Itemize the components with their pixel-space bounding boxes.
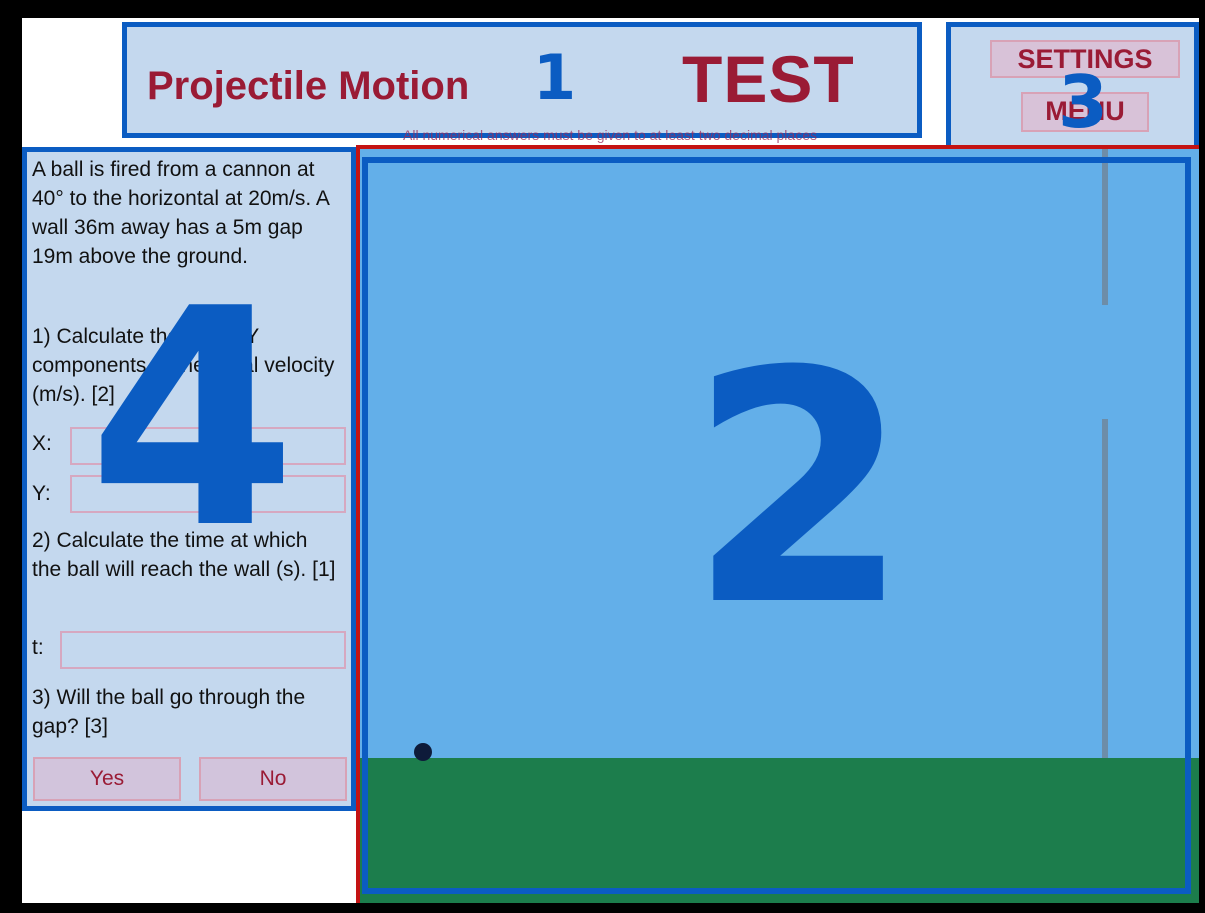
header-panel: Projectile Motion TEST (122, 22, 922, 138)
app-title: Projectile Motion (147, 64, 470, 108)
x-label: X: (32, 432, 52, 455)
region-number-3: 3 (1058, 60, 1109, 144)
region-number-1: 1 (533, 41, 577, 114)
region-number-2: 2 (688, 304, 911, 676)
t-input[interactable] (60, 631, 346, 669)
projectile-ball (414, 743, 432, 761)
mode-label: TEST (682, 42, 855, 116)
region-number-4: 4 (88, 245, 297, 594)
no-button[interactable]: No (199, 757, 347, 801)
yes-button[interactable]: Yes (33, 757, 181, 801)
wall-lower (1102, 419, 1108, 764)
t-label: t: (32, 636, 44, 659)
precision-note: All numerical answers must be given to a… (403, 127, 817, 143)
wall-upper (1102, 149, 1108, 305)
question-3: 3) Will the ball go through the gap? [3] (32, 686, 306, 738)
ground (360, 758, 1199, 903)
y-label: Y: (32, 482, 51, 505)
